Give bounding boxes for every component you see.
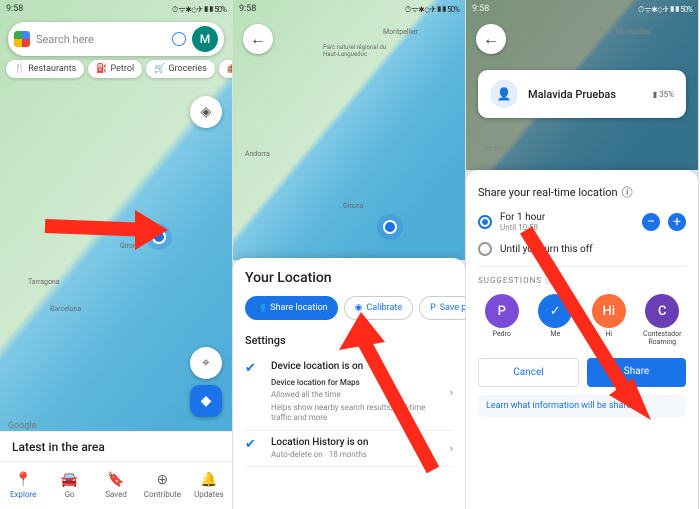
current-location-dot[interactable] (383, 220, 397, 234)
park-label: Parc naturel régional du Haut-Languedoc (323, 44, 393, 58)
status-bar: 9:58 ⏱ ᯤ ✱ ⊙ ✈ ▮▮ 50% (0, 0, 232, 18)
battery-icon: ▮ (653, 90, 657, 99)
increase-time-button[interactable]: + (668, 213, 686, 231)
contact-name: Malavida Pruebas (528, 88, 643, 101)
arrow-left-icon: ← (250, 29, 266, 49)
status-time: 9:58 (472, 4, 489, 14)
check-circle-icon: ✔ (245, 437, 263, 452)
city-label: Barcelona (50, 305, 81, 313)
status-icons: ⏱ ᯤ ✱ ⊙ ✈ ▮▮ 50% (405, 4, 459, 15)
nav-saved[interactable]: 🔖Saved (93, 462, 139, 509)
groceries-icon: 🛒 (154, 64, 165, 74)
sheet-title: Your Location (245, 270, 453, 286)
search-placeholder: Search here (36, 33, 166, 46)
status-time: 9:58 (6, 4, 23, 14)
restaurant-icon: 🍴 (14, 64, 25, 74)
city-label: Andorra (245, 150, 270, 158)
contact-battery: ▮35% (653, 90, 674, 99)
chevron-right-icon: › (450, 386, 453, 399)
radio-off-icon (478, 242, 492, 256)
search-bar[interactable]: Search here M (8, 22, 224, 56)
back-button[interactable]: ← (476, 24, 506, 54)
annotation-arrow (333, 310, 443, 480)
layers-button[interactable]: ◈ (190, 96, 222, 128)
petrol-icon: ⛽ (96, 64, 107, 74)
city-label: Andorra (484, 145, 509, 153)
share-location-button[interactable]: 👥Share location (245, 296, 338, 320)
back-button[interactable]: ← (243, 24, 273, 54)
chip-hotel[interactable]: 🏨Hotel (219, 60, 233, 78)
radio-on-icon (478, 215, 492, 229)
google-watermark: Google (8, 421, 36, 431)
updates-icon: 🔔 (200, 472, 217, 488)
city-label: Tarragona (28, 278, 60, 286)
screen-your-location: Montpellier Parc naturel régional du Hau… (233, 0, 466, 509)
bottom-nav: 📍Explore 🚘Go 🔖Saved ⊕Contribute 🔔Updates (0, 461, 232, 509)
chevron-right-icon: › (450, 442, 453, 455)
info-icon[interactable]: ⓘ (622, 184, 633, 200)
screen-share-location: Montpellier Andorra 9:58 ⏱ ᯤ ✱ ⊙ ✈ ▮▮ 50… (466, 0, 699, 509)
chip-restaurants[interactable]: 🍴Restaurants (6, 60, 84, 78)
city-label: Girona (343, 202, 363, 210)
city-label: Montpellier (616, 28, 651, 36)
status-bar: 9:58 ⏱ ᯤ ✱ ⊙ ✈ ▮▮ 50% (466, 0, 698, 18)
chip-groceries[interactable]: 🛒Groceries (146, 60, 215, 78)
profile-avatar[interactable]: M (192, 26, 218, 52)
screen-explore: Girona Barcelona Tarragona 9:58 ⏱ ᯤ ✱ ⊙ … (0, 0, 233, 509)
saved-icon: 🔖 (107, 472, 124, 488)
latest-section-header[interactable]: Latest in the area (0, 431, 232, 461)
check-circle-icon: ✔ (245, 361, 263, 376)
nav-go[interactable]: 🚘Go (46, 462, 92, 509)
explore-icon: 📍 (14, 472, 31, 488)
annotation-arrow (40, 200, 170, 252)
nav-explore[interactable]: 📍Explore (0, 462, 46, 509)
voice-search-icon[interactable] (172, 32, 186, 46)
nav-contribute[interactable]: ⊕Contribute (139, 462, 185, 509)
contact-card[interactable]: 👤 Malavida Pruebas ▮35% (478, 70, 686, 118)
chip-petrol[interactable]: ⛽Petrol (88, 60, 142, 78)
status-icons: ⏱ ᯤ ✱ ⊙ ✈ ▮▮ 50% (638, 4, 692, 15)
google-maps-logo-icon (14, 31, 30, 47)
status-icons: ⏱ ᯤ ✱ ⊙ ✈ ▮▮ 50% (172, 4, 226, 15)
arrow-left-icon: ← (483, 29, 499, 49)
nav-updates[interactable]: 🔔Updates (186, 462, 232, 509)
status-time: 9:58 (239, 4, 256, 14)
share-header: Share your real-time locationⓘ (478, 184, 686, 200)
go-icon: 🚘 (61, 472, 78, 488)
city-label: Montpellier (383, 28, 418, 36)
status-bar: 9:58 ⏱ ᯤ ✱ ⊙ ✈ ▮▮ 50% (233, 0, 465, 18)
annotation-arrow (511, 220, 661, 430)
category-chips: 🍴Restaurants ⛽Petrol 🛒Groceries 🏨Hotel (6, 60, 232, 78)
directions-button[interactable]: ◆ (190, 385, 222, 417)
contact-avatar-icon: 👤 (490, 80, 518, 108)
share-icon: 👥 (255, 303, 266, 313)
locate-me-button[interactable]: ⌖ (190, 347, 222, 379)
contribute-icon: ⊕ (157, 472, 169, 488)
